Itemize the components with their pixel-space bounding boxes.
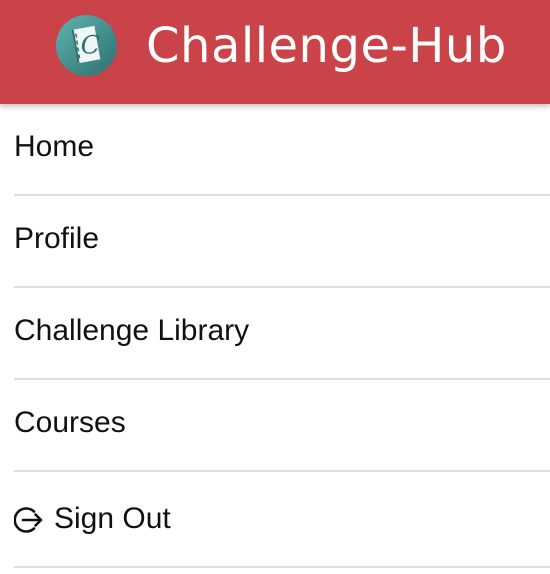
book-c-logo-icon[interactable]: C <box>55 14 118 77</box>
menu-item-courses[interactable]: Courses <box>14 380 550 472</box>
menu-item-home[interactable]: Home <box>14 104 550 196</box>
app-header: C Challenge-Hub <box>0 0 550 104</box>
menu-item-label: Sign Out <box>54 502 171 535</box>
menu-item-challenge-library[interactable]: Challenge Library <box>14 288 550 380</box>
menu-item-profile[interactable]: Profile <box>14 196 550 288</box>
menu-item-label: Courses <box>14 406 126 439</box>
menu-item-label: Profile <box>14 222 100 255</box>
brand-title[interactable]: Challenge-Hub <box>146 14 507 78</box>
nav-menu: Home Profile Challenge Library Courses S… <box>0 104 550 568</box>
menu-item-label: Challenge Library <box>14 314 250 347</box>
sign-out-icon <box>14 507 43 533</box>
menu-item-sign-out[interactable]: Sign Out <box>14 472 550 568</box>
menu-item-label: Home <box>14 130 95 163</box>
svg-text:C: C <box>81 30 101 60</box>
